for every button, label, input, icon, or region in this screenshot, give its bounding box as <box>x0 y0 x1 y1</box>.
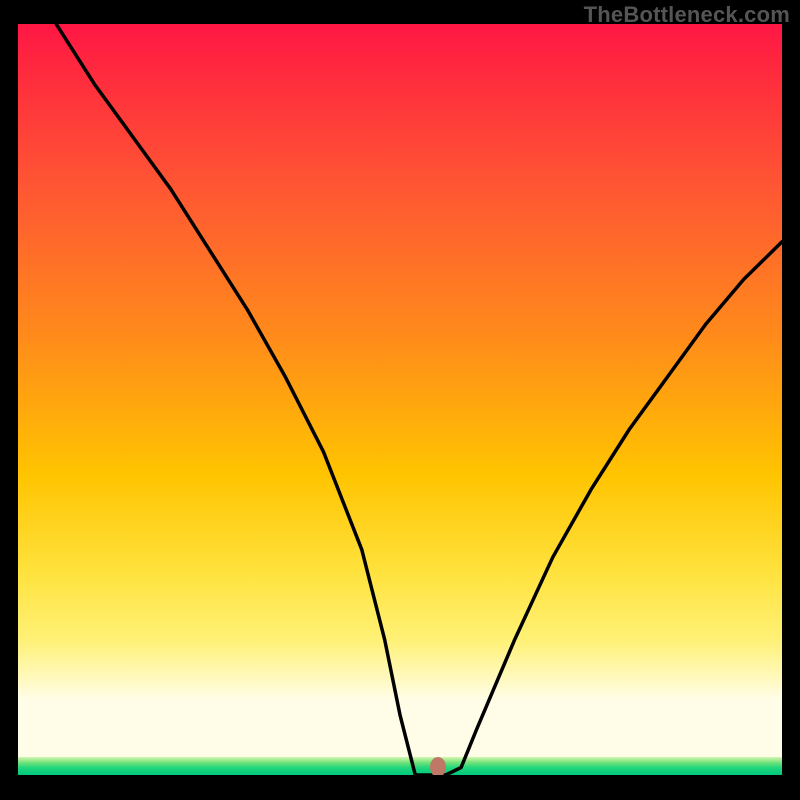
watermark-text: TheBottleneck.com <box>584 2 790 28</box>
curve-svg <box>18 24 782 775</box>
chart-container: TheBottleneck.com <box>0 0 800 800</box>
plot-area <box>18 24 782 775</box>
minimum-marker <box>430 757 446 775</box>
bottleneck-curve <box>56 24 782 775</box>
